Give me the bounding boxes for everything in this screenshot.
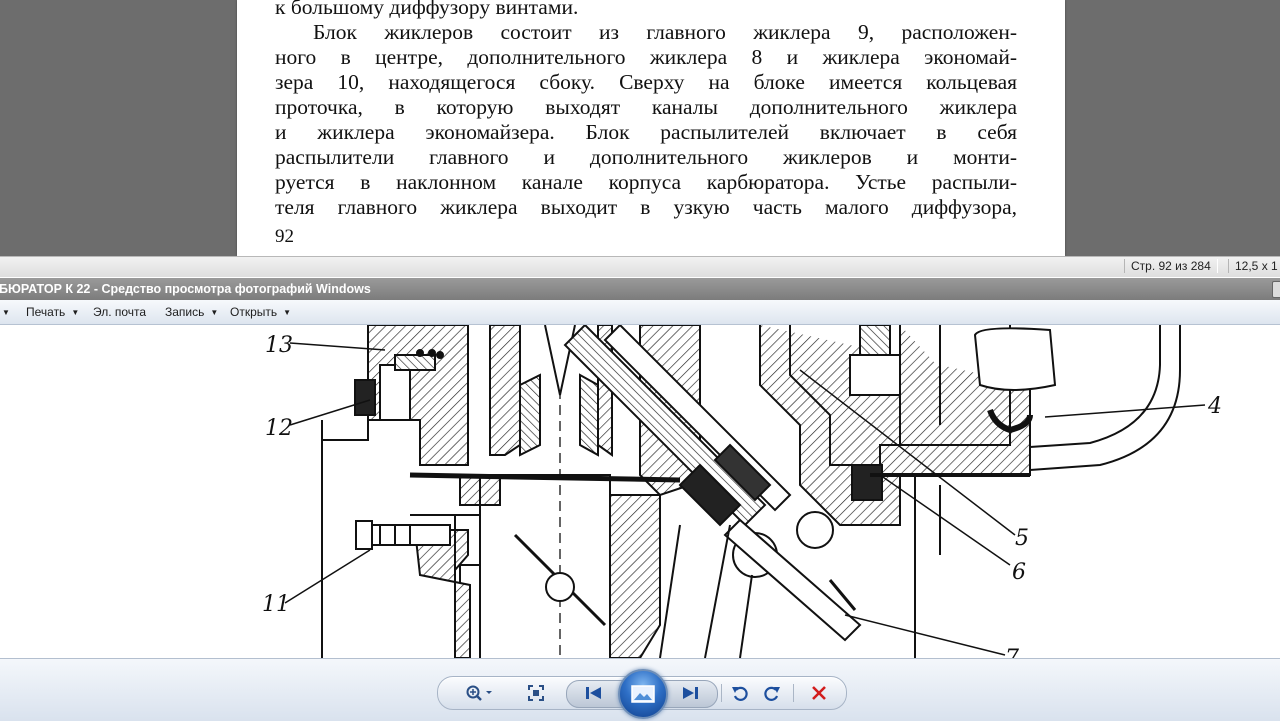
callout-label: 13 (265, 333, 293, 358)
window-control-button[interactable] (1272, 281, 1280, 298)
menu-burn-label: Запись (165, 305, 205, 319)
callout-label: 4 (1207, 394, 1222, 419)
window-title: БЮРАТОР К 22 - Средство просмотра фотогр… (0, 282, 371, 296)
delete-icon[interactable] (804, 677, 834, 709)
text-line: распылители главного и дополнительного ж… (275, 145, 1017, 169)
text-line: и жиклера экономайзера. Блок распылителе… (275, 120, 1017, 144)
page-counter: Стр. 92 из 284 (1124, 259, 1218, 273)
dropdown-arrow-icon: ▼ (71, 308, 80, 317)
page-size: 12,5 x 1 (1228, 259, 1280, 273)
fit-window-icon[interactable] (520, 677, 552, 709)
overflow-arrow-icon[interactable]: ▼ (2, 304, 10, 320)
separator (721, 684, 722, 702)
page-number: 92 (275, 226, 294, 247)
menu-print-label: Печать (26, 305, 66, 319)
text-line: ного в центре, дополнительного жиклера 8… (275, 45, 1017, 69)
text-line: теля главного жиклера выходит в узкую ча… (275, 195, 1017, 219)
playback-controls (437, 669, 847, 719)
callout-label: 11 (262, 592, 290, 617)
document-viewer: к большому диффузору винтами. Блок жикле… (0, 0, 1280, 277)
zoom-icon[interactable] (460, 677, 500, 709)
text-line: зера 10, находящегося сбоку. Сверху на б… (275, 70, 1017, 94)
dropdown-arrow-icon: ▼ (283, 308, 292, 317)
document-page: к большому диффузору винтами. Блок жикле… (237, 0, 1065, 256)
menu-email[interactable]: Эл. почта (93, 304, 146, 320)
menu-burn[interactable]: Запись ▼ (165, 304, 218, 320)
callout-label: 12 (265, 416, 293, 441)
viewer-menu-bar: ▼ Печать ▼ Эл. почта Запись ▼ Открыть ▼ (0, 300, 1280, 325)
menu-open[interactable]: Открыть ▼ (230, 304, 291, 320)
text-line: Блок жиклеров состоит из главного жиклер… (313, 20, 1017, 44)
carburetor-cross-section-drawing: 13 12 11 4 5 6 7 (262, 325, 1222, 658)
rotate-left-icon[interactable] (726, 677, 754, 709)
viewer-control-bar (0, 658, 1280, 721)
menu-open-label: Открыть (230, 305, 278, 319)
document-status-bar: Стр. 92 из 284 12,5 x 1 (0, 256, 1280, 277)
text-line: руется в наклонном канале корпуса карбюр… (275, 170, 1017, 194)
viewer-title-bar[interactable]: БЮРАТОР К 22 - Средство просмотра фотогр… (0, 278, 1280, 300)
callout-label: 5 (1015, 526, 1029, 551)
image-display-area[interactable]: 13 12 11 4 5 6 7 (0, 325, 1280, 658)
callout-label: 7 (1005, 646, 1019, 658)
previous-icon[interactable] (578, 677, 610, 709)
rotate-right-icon[interactable] (758, 677, 786, 709)
callout-label: 6 (1012, 560, 1026, 585)
text-line: проточка, в которую выходят каналы допол… (275, 95, 1017, 119)
menu-email-label: Эл. почта (93, 305, 147, 319)
text-line: к большому диффузору винтами. (275, 0, 579, 19)
next-icon[interactable] (674, 677, 706, 709)
slideshow-icon[interactable] (618, 669, 668, 719)
menu-print[interactable]: Печать ▼ (26, 304, 79, 320)
separator (793, 684, 794, 702)
dropdown-arrow-icon: ▼ (210, 308, 219, 317)
